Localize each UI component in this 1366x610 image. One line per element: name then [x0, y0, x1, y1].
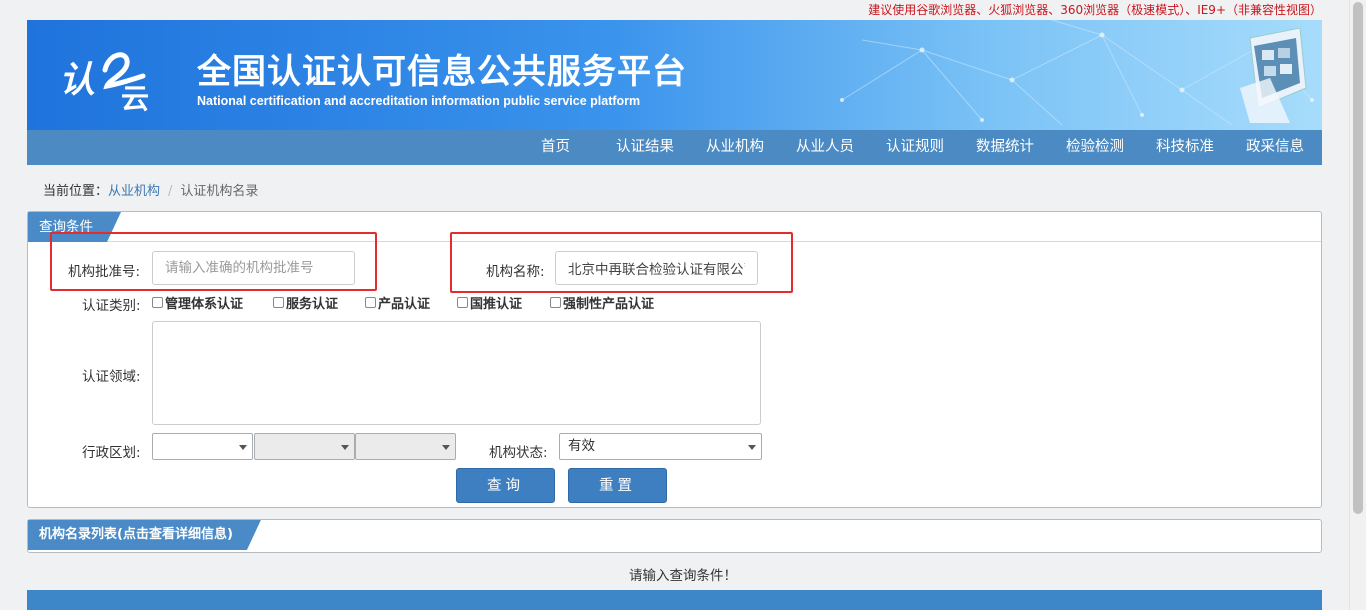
org-name-label: 机构名称:: [486, 264, 545, 280]
empty-query-tip: 请输入查询条件！: [629, 568, 737, 584]
query-panel-header: 查询条件: [28, 212, 1321, 242]
site-header: 认 云 全国认证认可信息公共服务平台 National certificatio…: [27, 20, 1322, 130]
chevron-down-icon: [442, 445, 450, 450]
org-status-value: 有效: [568, 438, 595, 454]
site-title: 全国认证认可信息公共服务平台: [197, 52, 687, 92]
nav-item-home[interactable]: 首页: [541, 130, 570, 165]
site-logo: 认 云: [59, 52, 149, 112]
query-panel-title: 查询条件: [28, 212, 121, 242]
chevron-down-icon: [239, 445, 247, 450]
cert-field-label: 认证领域:: [82, 369, 141, 385]
checkbox-box[interactable]: [273, 297, 284, 308]
list-panel-title: 机构名录列表(点击查看详细信息): [28, 520, 261, 550]
nav-item-standards[interactable]: 科技标准: [1156, 130, 1214, 165]
checkbox-label: 服务认证: [286, 297, 339, 312]
breadcrumb-current: 认证机构名录: [180, 184, 259, 199]
region-label: 行政区划:: [82, 445, 141, 461]
footer-bar: [27, 590, 1322, 610]
breadcrumb: 当前位置：从业机构 / 认证机构名录: [43, 180, 258, 199]
checkbox-box[interactable]: [152, 297, 163, 308]
site-subtitle: National certification and accreditation…: [197, 94, 641, 108]
svg-text:认: 认: [59, 59, 95, 101]
nav-item-cert-rules[interactable]: 认证规则: [886, 130, 944, 165]
reset-button[interactable]: 重置: [568, 468, 667, 503]
org-name-input[interactable]: [555, 251, 758, 285]
region-district-select[interactable]: [355, 433, 456, 460]
checkbox-label: 国推认证: [470, 297, 523, 312]
approval-no-label: 机构批准号:: [68, 264, 141, 280]
approval-no-input[interactable]: [152, 251, 355, 285]
cert-field-textarea[interactable]: [152, 321, 761, 425]
browser-recommendation-tip: 建议使用谷歌浏览器、火狐浏览器、360浏览器（极速模式）、IE9+（非兼容性视图…: [868, 3, 1322, 17]
checkbox-box[interactable]: [457, 297, 468, 308]
checkbox-box[interactable]: [550, 297, 561, 308]
checkbox-management-system[interactable]: 管理体系认证: [152, 293, 243, 312]
region-province-select[interactable]: [152, 433, 253, 460]
list-panel: 机构名录列表(点击查看详细信息): [27, 519, 1322, 553]
scrollbar-thumb[interactable]: [1353, 2, 1363, 514]
checkbox-label: 产品认证: [378, 297, 431, 312]
checkbox-box[interactable]: [365, 297, 376, 308]
nav-item-statistics[interactable]: 数据统计: [976, 130, 1034, 165]
org-status-select[interactable]: 有效: [559, 433, 762, 460]
nav-item-personnel[interactable]: 从业人员: [796, 130, 854, 165]
nav-item-inspection[interactable]: 检验检测: [1066, 130, 1124, 165]
status-label: 机构状态:: [489, 445, 548, 461]
breadcrumb-link-institutions[interactable]: 从业机构: [108, 184, 160, 199]
svg-text:云: 云: [121, 82, 149, 112]
region-city-select[interactable]: [254, 433, 355, 460]
query-panel: 查询条件 机构批准号: 机构名称: 认证类别: 管理体系认证 服务认证 产品认证…: [27, 211, 1322, 508]
main-nav: 首页 认证结果 从业机构 从业人员 认证规则 数据统计 检验检测 科技标准 政采…: [27, 130, 1322, 165]
checkbox-label: 管理体系认证: [165, 297, 244, 312]
checkbox-national-promotion[interactable]: 国推认证: [457, 293, 522, 312]
list-panel-header: 机构名录列表(点击查看详细信息): [28, 520, 1321, 550]
nav-item-procurement[interactable]: 政采信息: [1246, 130, 1304, 165]
header-decoration-graphic: [1240, 28, 1307, 123]
query-button[interactable]: 查询: [456, 468, 555, 503]
checkbox-compulsory-product[interactable]: 强制性产品认证: [550, 293, 654, 312]
checkbox-label: 强制性产品认证: [563, 297, 655, 312]
chevron-down-icon: [748, 445, 756, 450]
checkbox-service[interactable]: 服务认证: [273, 293, 338, 312]
breadcrumb-separator: /: [168, 184, 173, 199]
nav-item-institutions[interactable]: 从业机构: [706, 130, 764, 165]
page-scrollbar[interactable]: [1349, 0, 1366, 610]
nav-item-cert-results[interactable]: 认证结果: [616, 130, 674, 165]
checkbox-product[interactable]: 产品认证: [365, 293, 430, 312]
cert-type-label: 认证类别:: [82, 298, 141, 314]
breadcrumb-prefix: 当前位置：: [43, 184, 109, 199]
chevron-down-icon: [341, 445, 349, 450]
